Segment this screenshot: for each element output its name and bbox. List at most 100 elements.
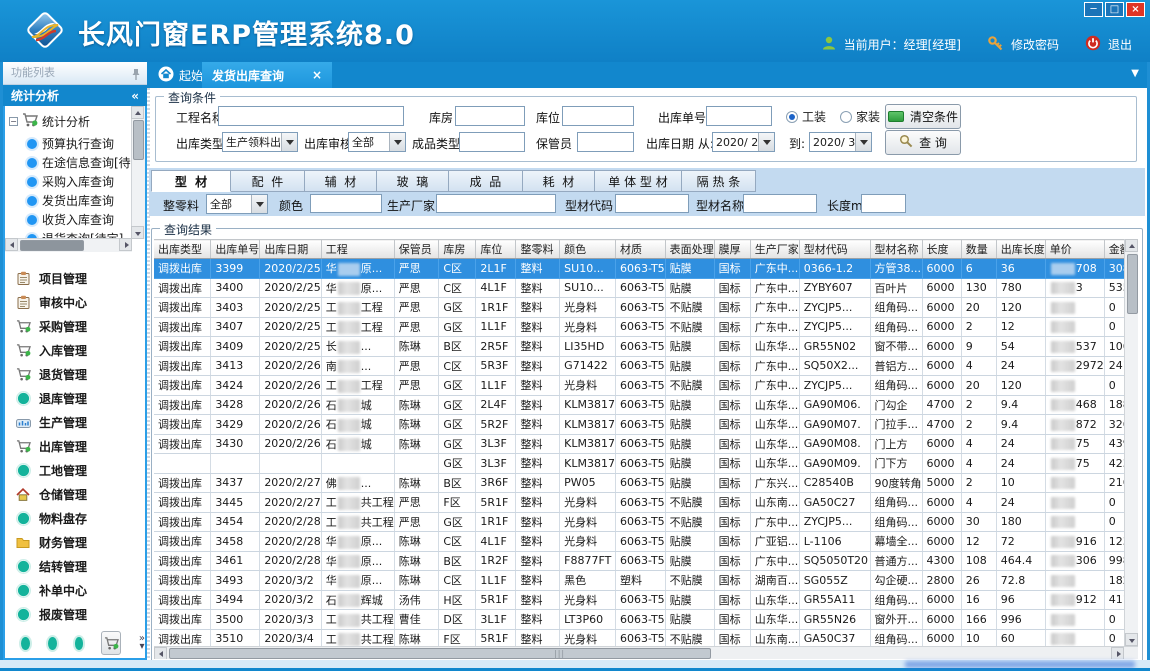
table-row[interactable]: 调拨出库34452020/2/27工共工程严思F区5R1F整料光身料6063-T… [154,493,1138,513]
material-tab-辅材[interactable]: 辅 材 [305,170,377,192]
column-header-库房[interactable]: 库房 [439,240,476,259]
tree-item[interactable]: 采购入库查询 [27,172,131,191]
table-row[interactable]: 调拨出库34242020/2/26工工程严思G区1L1F整料光身料6063-T5… [154,376,1138,396]
column-header-出库类型[interactable]: 出库类型 [154,240,211,259]
material-tab-型材[interactable]: 型 材 [151,170,231,192]
table-row[interactable]: 调拨出库33992020/2/25华原...严思C区2L1F整料SU10...6… [154,259,1138,279]
column-header-出库日期[interactable]: 出库日期 [260,240,321,259]
vertical-scrollbar[interactable] [1124,239,1138,646]
table-row[interactable]: 调拨出库34092020/2/25长...陈琳B区2R5F整料LI35HD606… [154,337,1138,357]
material-tab-耗材[interactable]: 耗 材 [523,170,595,192]
green-circle-icon[interactable] [21,637,30,650]
location-input[interactable] [562,106,634,126]
sidebar-group-退库管理[interactable]: 退库管理 [5,386,145,410]
table-row[interactable]: 调拨出库34302020/2/26石城陈琳G区3L3F整料KLM38176063… [154,434,1138,454]
project-name-input[interactable] [218,106,404,126]
material-tab-配件[interactable]: 配 件 [231,170,305,192]
profile-name-input[interactable] [743,194,817,213]
minimize-button[interactable]: ─ [1084,2,1103,17]
chevron-down-icon[interactable] [251,195,267,213]
column-header-数量[interactable]: 数量 [961,240,996,259]
sidebar-group-采购管理[interactable]: 采购管理 [5,314,145,338]
sidebar-group-出库管理[interactable]: 出库管理 [5,434,145,458]
radio-gongzhuang[interactable]: 工装 [786,108,826,125]
logout-link[interactable]: 退出 [1108,36,1132,53]
table-row[interactable]: 调拨出库34282020/2/26石城陈琳G区2L4F整料KLM38176063… [154,395,1138,415]
order-no-input[interactable] [706,106,772,126]
column-header-材质[interactable]: 材质 [616,240,666,259]
table-row[interactable]: 调拨出库34932020/3/2华原...陈琳C区1L1F整料黑色塑料不贴膜国标… [154,571,1138,591]
material-tab-单体型材[interactable]: 单 体 型 材 [595,170,682,192]
tree-item[interactable]: 在途信息查询[待 [27,153,131,172]
sidebar-group-财务管理[interactable]: 财务管理 [5,530,145,554]
sidebar-group-审核中心[interactable]: 审核中心 [5,290,145,314]
tree-vertical-scrollbar[interactable] [131,106,145,239]
tree-item[interactable]: 收货入库查询 [27,210,131,229]
maximize-button[interactable]: □ [1105,2,1124,17]
out-type-dropdown[interactable]: 生产领料出库 [222,132,298,152]
manufacturer-input[interactable] [436,194,556,213]
profile-code-input[interactable] [615,194,689,213]
chevron-down-icon[interactable] [281,133,297,151]
column-header-整零料[interactable]: 整零料 [516,240,560,259]
table-row[interactable]: 调拨出库34132020/2/26南...严思C区5R3F整料G71422606… [154,356,1138,376]
column-header-出库长度[interactable]: 出库长度 [996,240,1045,259]
column-header-出库单号[interactable]: 出库单号 [211,240,260,259]
sidebar-group-补单中心[interactable]: 补单中心 [5,578,145,602]
clear-conditions-button[interactable]: 清空条件 [885,104,961,129]
search-button[interactable]: 查 询 [885,130,961,155]
table-row[interactable]: 调拨出库34292020/2/26石城陈琳G区5R2F整料KLM38176063… [154,415,1138,435]
sidebar-group-生产管理[interactable]: 生产管理 [5,410,145,434]
table-row[interactable]: 调拨出库34542020/2/28工共工程严思G区1R1F整料光身料6063-T… [154,512,1138,532]
change-password-link[interactable]: 修改密码 [1011,36,1059,53]
column-header-工程[interactable]: 工程 [321,240,394,259]
column-header-保管员[interactable]: 保管员 [394,240,439,259]
product-type-input[interactable] [459,132,525,152]
whole-part-dropdown[interactable]: 全部 [206,194,268,214]
sidebar-group-项目管理[interactable]: 项目管理 [5,266,145,290]
column-header-单价[interactable]: 单价 [1045,240,1104,259]
sidebar-group-报废管理[interactable]: 报废管理 [5,602,145,626]
tab-close-icon[interactable]: × [312,68,322,82]
tree-item[interactable]: 预算执行查询 [27,134,131,153]
column-header-表面处理[interactable]: 表面处理 [665,240,714,259]
column-header-膜厚[interactable]: 膜厚 [714,240,750,259]
column-header-长度[interactable]: 长度 [922,240,961,259]
green-circle-icon[interactable] [75,637,84,650]
sidebar-group-结转管理[interactable]: 结转管理 [5,554,145,578]
tree-expander-icon[interactable]: − [9,117,18,126]
more-chevron-icon[interactable]: »▾ [139,635,145,651]
tree-root[interactable]: − 统计分析 [9,112,90,130]
column-header-型材代码[interactable]: 型材代码 [799,240,870,259]
tree-horizontal-scrollbar[interactable] [5,238,132,252]
cart-button[interactable] [101,631,121,655]
table-row[interactable]: 调拨出库34582020/2/28华原...陈琳C区4L1F整料光身料6063-… [154,532,1138,552]
chevron-down-icon[interactable] [389,133,405,151]
keeper-input[interactable] [577,132,634,152]
sidebar-group-入库管理[interactable]: 入库管理 [5,338,145,362]
material-tab-成品[interactable]: 成 品 [449,170,523,192]
tab-list-dropdown-icon[interactable]: ▼ [1131,68,1139,79]
sidebar-section-header[interactable]: 统计分析 « [3,85,147,107]
chevron-down-icon[interactable] [855,133,871,151]
color-input[interactable] [310,194,382,213]
column-header-库位[interactable]: 库位 [476,240,516,259]
close-button[interactable]: × [1126,2,1145,17]
material-tab-隔热条[interactable]: 隔 热 条 [682,170,756,192]
sidebar-group-工地管理[interactable]: 工地管理 [5,458,145,482]
collapse-icon[interactable]: « [131,85,139,107]
length-input[interactable] [861,194,906,213]
radio-jiazhuang[interactable]: 家装 [840,108,880,125]
table-row[interactable]: 调拨出库34002020/2/25华原...严思C区4L1F整料SU10...6… [154,278,1138,298]
table-row[interactable]: G区3L3F整料KLM38176063-T5贴膜国标山东华...GA90M09.… [154,454,1138,474]
tab-shipping-outbound-query[interactable]: 发货出库查询 × [202,62,332,88]
table-row[interactable]: 调拨出库34942020/3/2石辉城汤伟H区5R1F整料光身料6063-T5贴… [154,590,1138,610]
column-header-型材名称[interactable]: 型材名称 [870,240,922,259]
column-header-颜色[interactable]: 颜色 [560,240,616,259]
table-row[interactable]: 调拨出库35002020/3/3工共工程曹佳D区3L1F整料LT3P606063… [154,610,1138,630]
material-tab-玻璃[interactable]: 玻 璃 [377,170,449,192]
date-to-dropdown[interactable]: 2020/ 3/16 [809,132,872,152]
table-row[interactable]: 调拨出库34372020/2/27佛...陈琳B区3R6F整料PW056063-… [154,473,1138,493]
green-circle-icon[interactable] [48,637,57,650]
table-row[interactable]: 调拨出库34612020/2/28华原...陈琳B区1R2F整料F8877FT6… [154,551,1138,571]
